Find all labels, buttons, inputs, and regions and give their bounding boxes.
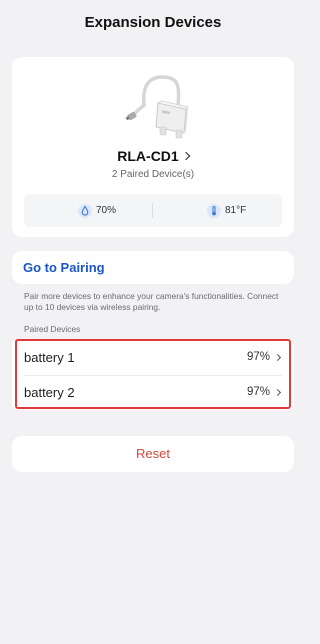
paired-device-name: battery 1 xyxy=(24,350,75,365)
chevron-right-icon xyxy=(273,353,282,362)
chevron-right-icon xyxy=(181,151,190,161)
go-to-pairing-link[interactable]: Go to Pairing xyxy=(23,260,105,275)
temperature-stat: 81°F xyxy=(207,194,246,227)
paired-device-battery: 97% xyxy=(246,351,270,363)
paired-device-row[interactable]: battery 2 97% xyxy=(12,375,294,410)
sensor-stats: 70% 81°F xyxy=(24,194,282,227)
paired-device-name: battery 2 xyxy=(24,385,75,400)
reset-label: Reset xyxy=(136,446,170,461)
pairing-card: Go to Pairing xyxy=(12,251,294,284)
device-name-label: RLA-CD1 xyxy=(117,148,179,164)
device-name-link[interactable]: RLA-CD1 xyxy=(12,148,294,164)
hub-device-image xyxy=(125,75,189,139)
humidity-stat: 70% xyxy=(78,194,116,227)
paired-devices-heading: Paired Devices xyxy=(24,324,81,334)
paired-devices-list: battery 1 97% battery 2 97% xyxy=(12,340,294,410)
temperature-value: 81°F xyxy=(225,205,247,216)
humidity-value: 70% xyxy=(96,205,117,216)
paired-device-battery: 97% xyxy=(246,386,270,398)
water-drop-icon xyxy=(78,203,92,218)
pairing-description: Pair more devices to enhance your camera… xyxy=(24,291,279,312)
thermometer-icon xyxy=(207,203,221,218)
reset-button[interactable]: Reset xyxy=(12,436,294,472)
paired-count-text: 2 Paired Device(s) xyxy=(111,169,195,180)
device-card: RLA-CD1 2 Paired Device(s) 70% 81°F xyxy=(12,57,294,237)
stats-divider xyxy=(152,203,153,218)
chevron-right-icon xyxy=(273,388,282,397)
paired-device-row[interactable]: battery 1 97% xyxy=(12,340,294,375)
page-title: Expansion Devices xyxy=(84,14,222,31)
